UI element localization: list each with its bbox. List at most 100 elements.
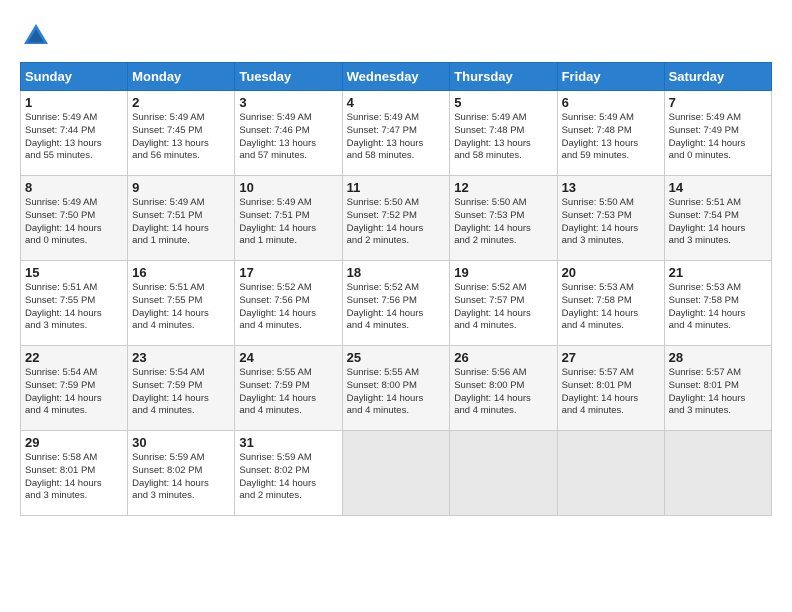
- day-info: Sunrise: 5:58 AM Sunset: 8:01 PM Dayligh…: [25, 452, 123, 503]
- calendar-cell: 11 Sunrise: 5:50 AM Sunset: 7:52 PM Dayli…: [342, 176, 450, 261]
- calendar-cell: 24 Sunrise: 5:55 AM Sunset: 7:59 PM Dayli…: [235, 346, 342, 431]
- page-header: [20, 20, 772, 52]
- day-number: 28: [669, 350, 767, 365]
- calendar-header: SundayMondayTuesdayWednesdayThursdayFrid…: [21, 63, 772, 91]
- calendar-week: 22 Sunrise: 5:54 AM Sunset: 7:59 PM Dayli…: [21, 346, 772, 431]
- calendar-cell: 10 Sunrise: 5:49 AM Sunset: 7:51 PM Dayli…: [235, 176, 342, 261]
- weekday-header: Thursday: [450, 63, 557, 91]
- day-number: 13: [562, 180, 660, 195]
- calendar-cell: 31 Sunrise: 5:59 AM Sunset: 8:02 PM Dayli…: [235, 431, 342, 516]
- day-info: Sunrise: 5:55 AM Sunset: 7:59 PM Dayligh…: [239, 367, 337, 418]
- calendar-cell: 1 Sunrise: 5:49 AM Sunset: 7:44 PM Daylig…: [21, 91, 128, 176]
- calendar-cell: [342, 431, 450, 516]
- day-number: 17: [239, 265, 337, 280]
- day-number: 11: [347, 180, 446, 195]
- day-info: Sunrise: 5:49 AM Sunset: 7:50 PM Dayligh…: [25, 197, 123, 248]
- calendar-cell: 23Sunrise: 5:54 AM Sunset: 7:59 PM Dayli…: [128, 346, 235, 431]
- calendar-cell: 28Sunrise: 5:57 AM Sunset: 8:01 PM Dayli…: [664, 346, 771, 431]
- day-number: 15: [25, 265, 123, 280]
- day-number: 10: [239, 180, 337, 195]
- day-info: Sunrise: 5:57 AM Sunset: 8:01 PM Dayligh…: [562, 367, 660, 418]
- day-info: Sunrise: 5:49 AM Sunset: 7:51 PM Dayligh…: [132, 197, 230, 248]
- calendar-cell: [557, 431, 664, 516]
- calendar-week: 15 Sunrise: 5:51 AM Sunset: 7:55 PM Dayli…: [21, 261, 772, 346]
- day-info: Sunrise: 5:49 AM Sunset: 7:44 PM Dayligh…: [25, 112, 123, 163]
- day-number: 21: [669, 265, 767, 280]
- day-info: Sunrise: 5:55 AM Sunset: 8:00 PM Dayligh…: [347, 367, 446, 418]
- weekday-header: Tuesday: [235, 63, 342, 91]
- day-number: 7: [669, 95, 767, 110]
- day-number: 19: [454, 265, 552, 280]
- calendar-cell: [450, 431, 557, 516]
- day-number: 16: [132, 265, 230, 280]
- calendar-week: 29Sunrise: 5:58 AM Sunset: 8:01 PM Dayli…: [21, 431, 772, 516]
- day-info: Sunrise: 5:50 AM Sunset: 7:53 PM Dayligh…: [454, 197, 552, 248]
- calendar-cell: 27 Sunrise: 5:57 AM Sunset: 8:01 PM Dayli…: [557, 346, 664, 431]
- day-info: Sunrise: 5:53 AM Sunset: 7:58 PM Dayligh…: [669, 282, 767, 333]
- day-info: Sunrise: 5:54 AM Sunset: 7:59 PM Dayligh…: [25, 367, 123, 418]
- calendar-cell: 25Sunrise: 5:55 AM Sunset: 8:00 PM Dayli…: [342, 346, 450, 431]
- calendar-week: 8 Sunrise: 5:49 AM Sunset: 7:50 PM Daylig…: [21, 176, 772, 261]
- calendar-cell: 7Sunrise: 5:49 AM Sunset: 7:49 PM Daylig…: [664, 91, 771, 176]
- day-number: 8: [25, 180, 123, 195]
- calendar-cell: 20 Sunrise: 5:53 AM Sunset: 7:58 PM Dayli…: [557, 261, 664, 346]
- day-number: 14: [669, 180, 767, 195]
- day-number: 12: [454, 180, 552, 195]
- weekday-header: Friday: [557, 63, 664, 91]
- day-number: 2: [132, 95, 230, 110]
- day-number: 20: [562, 265, 660, 280]
- day-info: Sunrise: 5:54 AM Sunset: 7:59 PM Dayligh…: [132, 367, 230, 418]
- day-info: Sunrise: 5:52 AM Sunset: 7:56 PM Dayligh…: [239, 282, 337, 333]
- day-info: Sunrise: 5:50 AM Sunset: 7:52 PM Dayligh…: [347, 197, 446, 248]
- calendar-cell: 9 Sunrise: 5:49 AM Sunset: 7:51 PM Daylig…: [128, 176, 235, 261]
- day-info: Sunrise: 5:49 AM Sunset: 7:46 PM Dayligh…: [239, 112, 337, 163]
- calendar-cell: 13Sunrise: 5:50 AM Sunset: 7:53 PM Dayli…: [557, 176, 664, 261]
- calendar-cell: 8 Sunrise: 5:49 AM Sunset: 7:50 PM Daylig…: [21, 176, 128, 261]
- day-number: 24: [239, 350, 337, 365]
- day-number: 1: [25, 95, 123, 110]
- calendar: SundayMondayTuesdayWednesdayThursdayFrid…: [20, 62, 772, 516]
- day-number: 6: [562, 95, 660, 110]
- logo-icon: [20, 20, 52, 52]
- day-info: Sunrise: 5:53 AM Sunset: 7:58 PM Dayligh…: [562, 282, 660, 333]
- day-number: 4: [347, 95, 446, 110]
- calendar-cell: [664, 431, 771, 516]
- calendar-cell: 2Sunrise: 5:49 AM Sunset: 7:45 PM Daylig…: [128, 91, 235, 176]
- day-info: Sunrise: 5:59 AM Sunset: 8:02 PM Dayligh…: [239, 452, 337, 503]
- calendar-cell: 3 Sunrise: 5:49 AM Sunset: 7:46 PM Daylig…: [235, 91, 342, 176]
- calendar-cell: 21 Sunrise: 5:53 AM Sunset: 7:58 PM Dayli…: [664, 261, 771, 346]
- day-info: Sunrise: 5:52 AM Sunset: 7:57 PM Dayligh…: [454, 282, 552, 333]
- day-info: Sunrise: 5:51 AM Sunset: 7:55 PM Dayligh…: [132, 282, 230, 333]
- calendar-cell: 6 Sunrise: 5:49 AM Sunset: 7:48 PM Daylig…: [557, 91, 664, 176]
- day-number: 31: [239, 435, 337, 450]
- calendar-cell: 14 Sunrise: 5:51 AM Sunset: 7:54 PM Dayli…: [664, 176, 771, 261]
- day-info: Sunrise: 5:49 AM Sunset: 7:51 PM Dayligh…: [239, 197, 337, 248]
- calendar-cell: 16 Sunrise: 5:51 AM Sunset: 7:55 PM Dayli…: [128, 261, 235, 346]
- calendar-cell: 19 Sunrise: 5:52 AM Sunset: 7:57 PM Dayli…: [450, 261, 557, 346]
- day-info: Sunrise: 5:51 AM Sunset: 7:55 PM Dayligh…: [25, 282, 123, 333]
- calendar-cell: 22 Sunrise: 5:54 AM Sunset: 7:59 PM Dayli…: [21, 346, 128, 431]
- day-info: Sunrise: 5:52 AM Sunset: 7:56 PM Dayligh…: [347, 282, 446, 333]
- day-number: 9: [132, 180, 230, 195]
- calendar-cell: 30 Sunrise: 5:59 AM Sunset: 8:02 PM Dayli…: [128, 431, 235, 516]
- weekday-header: Wednesday: [342, 63, 450, 91]
- day-info: Sunrise: 5:49 AM Sunset: 7:48 PM Dayligh…: [454, 112, 552, 163]
- day-info: Sunrise: 5:49 AM Sunset: 7:47 PM Dayligh…: [347, 112, 446, 163]
- day-info: Sunrise: 5:51 AM Sunset: 7:54 PM Dayligh…: [669, 197, 767, 248]
- day-info: Sunrise: 5:49 AM Sunset: 7:48 PM Dayligh…: [562, 112, 660, 163]
- day-info: Sunrise: 5:56 AM Sunset: 8:00 PM Dayligh…: [454, 367, 552, 418]
- calendar-cell: 18 Sunrise: 5:52 AM Sunset: 7:56 PM Dayli…: [342, 261, 450, 346]
- day-number: 3: [239, 95, 337, 110]
- day-number: 27: [562, 350, 660, 365]
- day-number: 5: [454, 95, 552, 110]
- day-info: Sunrise: 5:59 AM Sunset: 8:02 PM Dayligh…: [132, 452, 230, 503]
- day-number: 30: [132, 435, 230, 450]
- weekday-header: Monday: [128, 63, 235, 91]
- day-number: 18: [347, 265, 446, 280]
- calendar-cell: 4 Sunrise: 5:49 AM Sunset: 7:47 PM Daylig…: [342, 91, 450, 176]
- day-number: 22: [25, 350, 123, 365]
- calendar-body: 1 Sunrise: 5:49 AM Sunset: 7:44 PM Daylig…: [21, 91, 772, 516]
- calendar-cell: 29Sunrise: 5:58 AM Sunset: 8:01 PM Dayli…: [21, 431, 128, 516]
- calendar-cell: 17 Sunrise: 5:52 AM Sunset: 7:56 PM Dayli…: [235, 261, 342, 346]
- calendar-cell: 12 Sunrise: 5:50 AM Sunset: 7:53 PM Dayli…: [450, 176, 557, 261]
